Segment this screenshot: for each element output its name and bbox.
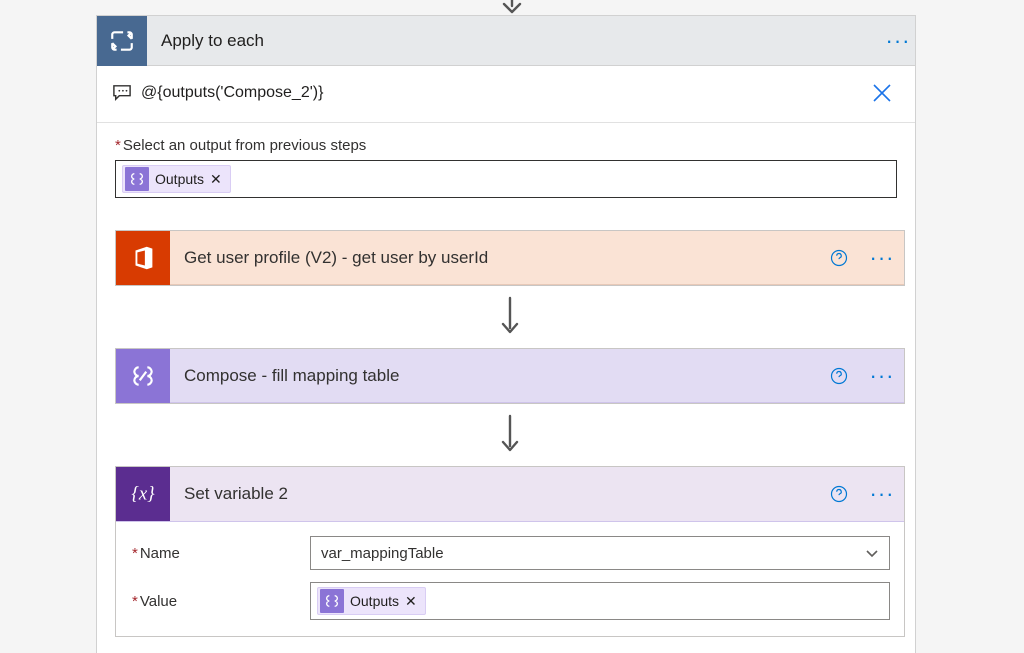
variable-name-select[interactable]: var_mappingTable xyxy=(310,536,890,570)
action-more-button[interactable]: ··· xyxy=(860,245,904,271)
apply-to-each-card: Apply to each ··· @{outputs('Compose_2')… xyxy=(96,15,916,653)
value-label: *Value xyxy=(130,593,310,610)
help-icon[interactable] xyxy=(830,249,860,267)
variable-name-value: var_mappingTable xyxy=(321,545,444,562)
token-remove-button[interactable]: ✕ xyxy=(210,171,222,188)
loop-icon xyxy=(97,16,147,66)
from-field-label: *Select an output from previous steps xyxy=(97,123,915,160)
compose-card: Compose - fill mapping table ··· xyxy=(115,348,905,404)
compose-title: Compose - fill mapping table xyxy=(170,366,830,386)
set-variable-title: Set variable 2 xyxy=(170,484,830,504)
apply-to-each-title: Apply to each xyxy=(147,31,881,51)
peek-code-row: @{outputs('Compose_2')} xyxy=(97,66,915,112)
variable-icon: {x} xyxy=(116,467,170,521)
token-label: Outputs xyxy=(155,171,204,187)
compose-header[interactable]: Compose - fill mapping table ··· xyxy=(116,349,904,403)
peek-expression: @{outputs('Compose_2')} xyxy=(141,84,867,102)
compose-icon xyxy=(116,349,170,403)
get-user-profile-title: Get user profile (V2) - get user by user… xyxy=(170,248,830,268)
data-ops-icon xyxy=(320,589,344,613)
from-field-input[interactable]: Outputs ✕ xyxy=(115,160,897,198)
flow-arrow-incoming xyxy=(499,0,525,16)
set-variable-card: {x} Set variable 2 ··· *Name var_mapping… xyxy=(115,466,905,637)
variable-value-input[interactable]: Outputs ✕ xyxy=(310,582,890,620)
outputs-token[interactable]: Outputs ✕ xyxy=(122,165,231,193)
inner-actions: Get user profile (V2) - get user by user… xyxy=(97,212,915,653)
help-icon[interactable] xyxy=(830,485,860,503)
token-remove-button[interactable]: ✕ xyxy=(405,593,417,610)
action-more-button[interactable]: ··· xyxy=(860,363,904,389)
svg-text:{x}: {x} xyxy=(131,484,155,505)
set-variable-header[interactable]: {x} Set variable 2 ··· xyxy=(116,467,904,521)
get-user-profile-card: Get user profile (V2) - get user by user… xyxy=(115,230,905,286)
data-ops-icon xyxy=(125,167,149,191)
get-user-profile-header[interactable]: Get user profile (V2) - get user by user… xyxy=(116,231,904,285)
set-variable-body: *Name var_mappingTable *Value xyxy=(116,521,904,636)
apply-to-each-header[interactable]: Apply to each ··· xyxy=(97,16,915,66)
chevron-down-icon xyxy=(865,546,879,560)
apply-to-each-more-button[interactable]: ··· xyxy=(881,28,915,54)
comment-icon xyxy=(111,84,133,102)
close-peek-button[interactable] xyxy=(867,82,897,104)
token-label: Outputs xyxy=(350,593,399,609)
flow-arrow-icon xyxy=(115,296,905,338)
flow-arrow-icon xyxy=(115,414,905,456)
help-icon[interactable] xyxy=(830,367,860,385)
office-icon xyxy=(116,231,170,285)
name-label: *Name xyxy=(130,545,310,562)
outputs-token[interactable]: Outputs ✕ xyxy=(317,587,426,615)
action-more-button[interactable]: ··· xyxy=(860,481,904,507)
